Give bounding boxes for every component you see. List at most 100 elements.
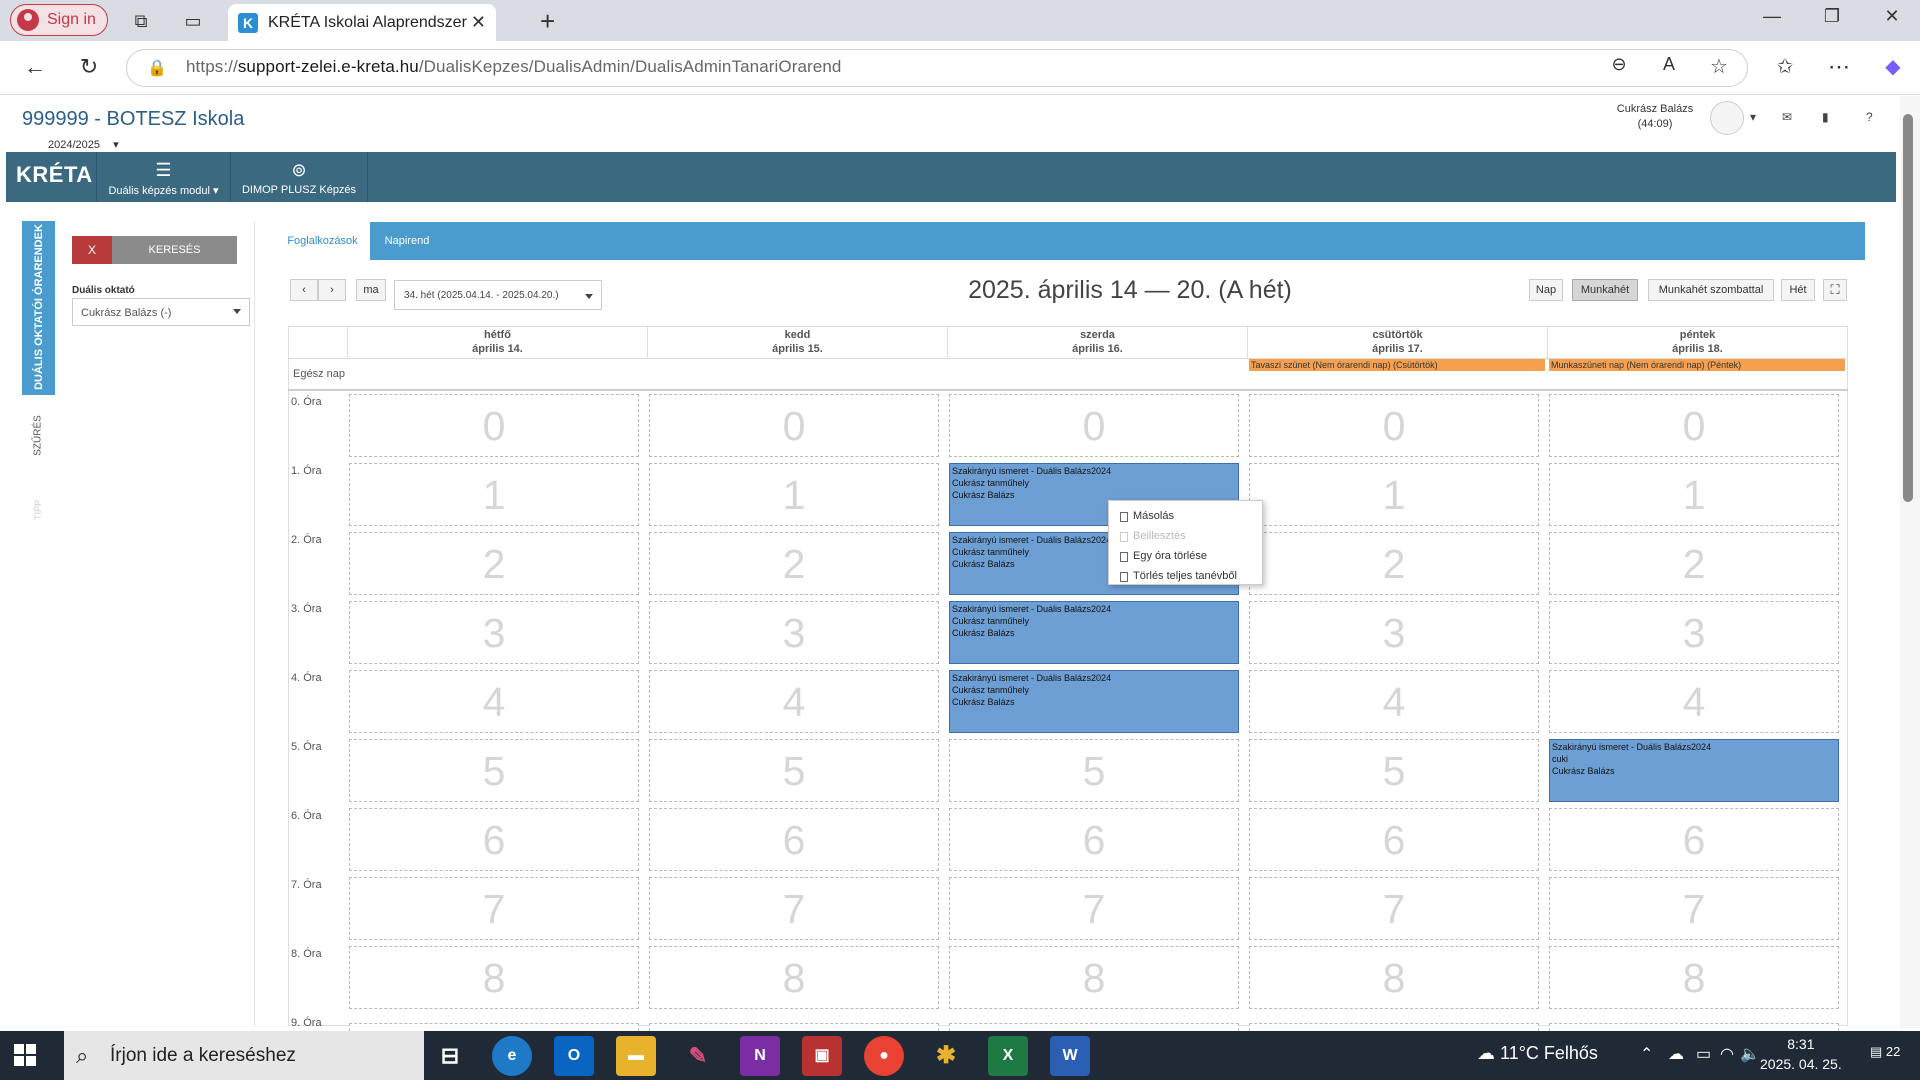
timeslot-cell[interactable]: 1 (1249, 463, 1539, 526)
timeslot-cell[interactable]: 6 (649, 808, 939, 871)
windows-start-icon[interactable] (14, 1044, 36, 1066)
lesson-event[interactable]: Szakirányú ismeret - Duális Balázs2024 Cu… (949, 670, 1239, 733)
task-view-icon[interactable]: ⊟ (430, 1036, 470, 1076)
timeslot-cell[interactable]: 6 (1249, 808, 1539, 871)
security-app-icon[interactable]: ▣ (802, 1036, 842, 1076)
read-aloud-icon[interactable]: A (1654, 54, 1684, 75)
timeslot-cell[interactable]: 1 (349, 463, 639, 526)
zoom-out-icon[interactable]: ⊖ (1604, 54, 1634, 75)
kreta-logo[interactable]: KRÉTA (16, 162, 93, 188)
timeslot-cell[interactable]: 7 (1249, 877, 1539, 940)
onedrive-icon[interactable]: ☁ (1668, 1044, 1684, 1064)
timeslot-cell[interactable]: 0 (1249, 394, 1539, 457)
favorites-icon[interactable]: ✩ (1770, 54, 1800, 79)
view-workweek-saturday-button[interactable]: Munkahét szombattal (1648, 279, 1774, 301)
timeslot-cell[interactable]: 3 (649, 601, 939, 664)
copilot-icon[interactable]: ◆ (1878, 54, 1908, 79)
weather-widget[interactable]: ☁ 11°C Felhős (1477, 1043, 1598, 1064)
ctx-delete-year[interactable]: Törlés teljes tanévből (1120, 570, 1237, 582)
timeslot-cell[interactable]: 7 (349, 877, 639, 940)
nav-dimop-plusz[interactable]: ⊚ DIMOP PLUSZ Képzés (230, 152, 368, 202)
tray-chevron-icon[interactable]: ⌃ (1640, 1044, 1653, 1064)
sidebar-tab-szures[interactable]: SZŰRÉS (22, 400, 55, 472)
onenote-icon[interactable]: N (740, 1036, 780, 1076)
favorite-star-icon[interactable]: ☆ (1704, 54, 1734, 79)
ctx-paste[interactable]: Beillesztés (1120, 530, 1186, 542)
week-select[interactable]: 34. hét (2025.04.14. - 2025.04.20.) (394, 280, 602, 310)
timeslot-cell[interactable]: 6 (949, 808, 1239, 871)
timeslot-cell[interactable]: 5 (949, 739, 1239, 802)
timeslot-cell[interactable]: 1 (649, 463, 939, 526)
timeslot-cell[interactable]: 4 (1249, 670, 1539, 733)
wifi-icon[interactable]: ◠ (1720, 1044, 1734, 1064)
close-tab-icon[interactable]: ✕ (471, 12, 486, 33)
timeslot-cell[interactable]: 6 (349, 808, 639, 871)
view-day-button[interactable]: Nap (1529, 279, 1563, 301)
lock-icon[interactable]: 🔒 (142, 58, 172, 78)
timeslot-cell[interactable]: 2 (1249, 532, 1539, 595)
url-text[interactable]: https://support-zelei.e-kreta.hu/DualisK… (186, 57, 841, 77)
timeslot-cell[interactable]: 5 (1249, 739, 1539, 802)
help-icon[interactable]: ? (1866, 110, 1873, 124)
taskbar-search[interactable]: ⌕ Írjon ide a kereséshez (64, 1031, 424, 1080)
timeslot-cell[interactable]: 4 (649, 670, 939, 733)
timeslot-cell[interactable]: 8 (649, 946, 939, 1009)
tab-actions-icon[interactable]: ▭ (180, 8, 206, 34)
search-button[interactable]: KERESÉS (112, 236, 237, 264)
chrome-icon[interactable]: ● (864, 1036, 904, 1076)
excel-icon[interactable]: X (988, 1036, 1028, 1076)
timeslot-cell[interactable]: 8 (349, 946, 639, 1009)
ctx-delete-one[interactable]: Egy óra törlése (1120, 550, 1207, 562)
timeslot-cell[interactable]: 7 (949, 877, 1239, 940)
edge-icon[interactable]: e (492, 1036, 532, 1076)
timeslot-cell[interactable]: 2 (649, 532, 939, 595)
page-scrollbar-thumb[interactable] (1903, 114, 1913, 502)
next-week-button[interactable]: › (318, 279, 346, 301)
timeslot-cell[interactable]: 2 (349, 532, 639, 595)
timeslot-cell[interactable]: 0 (349, 394, 639, 457)
school-year-select[interactable]: 2024/2025 ▾ (48, 138, 119, 151)
slack-icon[interactable]: ✱ (926, 1036, 966, 1076)
workspaces-icon[interactable]: ⧉ (128, 8, 154, 34)
timeslot-cell[interactable]: 7 (1549, 877, 1839, 940)
timeslot-cell[interactable]: 5 (349, 739, 639, 802)
close-window-icon[interactable]: ✕ (1872, 6, 1912, 27)
allday-event[interactable]: Tavaszi szünet (Nem órarendi nap) (Csütö… (1249, 359, 1545, 371)
timeslot-cell[interactable]: 0 (1549, 394, 1839, 457)
volume-icon[interactable]: 🔈 (1740, 1044, 1760, 1064)
signin-button[interactable]: Sign in (10, 4, 108, 36)
nav-dualis-modul[interactable]: ☰ Duális képzés modul ▾ (96, 152, 230, 202)
tab-napirend[interactable]: Napirend (372, 222, 442, 260)
taskbar-clock[interactable]: 8:31 2025. 04. 25. (1760, 1034, 1842, 1074)
sidebar-tab-tipp[interactable]: TIPP (22, 480, 55, 540)
timeslot-cell[interactable]: 4 (349, 670, 639, 733)
battery-icon[interactable]: ▭ (1696, 1044, 1711, 1064)
timeslot-cell[interactable]: 3 (1249, 601, 1539, 664)
today-button[interactable]: ma (356, 279, 386, 301)
timeslot-cell[interactable]: 6 (1549, 808, 1839, 871)
timeslot-cell[interactable]: 7 (649, 877, 939, 940)
maximize-icon[interactable]: ❐ (1812, 6, 1852, 27)
timeslot-cell[interactable]: 2 (1549, 532, 1839, 595)
timeslot-cell[interactable]: 4 (1549, 670, 1839, 733)
allday-event[interactable]: Munkaszüneti nap (Nem órarendi nap) (Pén… (1549, 359, 1845, 371)
word-icon[interactable]: W (1050, 1036, 1090, 1076)
new-tab-icon[interactable]: + (540, 6, 555, 37)
timeslot-cell[interactable]: 3 (349, 601, 639, 664)
ctx-copy[interactable]: Másolás (1120, 510, 1174, 522)
more-icon[interactable]: ⋯ (1824, 54, 1854, 80)
user-menu-chevron-icon[interactable]: ▾ (1750, 110, 1756, 124)
expand-icon[interactable]: ⛶ (1823, 279, 1847, 301)
timeslot-cell[interactable]: 0 (949, 394, 1239, 457)
back-icon[interactable]: ← (20, 54, 50, 80)
reload-icon[interactable]: ↻ (74, 54, 104, 80)
timeslot-cell[interactable]: 1 (1549, 463, 1839, 526)
oktato-select[interactable]: Cukrász Balázs (-) (72, 298, 250, 326)
timeslot-cell[interactable]: 5 (649, 739, 939, 802)
tab-foglalkozasok[interactable]: Foglalkozások (275, 222, 370, 260)
timeslot-cell[interactable]: 0 (649, 394, 939, 457)
notification-center-icon[interactable]: ▤ 22 (1870, 1044, 1900, 1060)
prev-week-button[interactable]: ‹ (290, 279, 318, 301)
notebook-icon[interactable]: ▮ (1822, 110, 1829, 124)
timeslot-cell[interactable]: 8 (1549, 946, 1839, 1009)
